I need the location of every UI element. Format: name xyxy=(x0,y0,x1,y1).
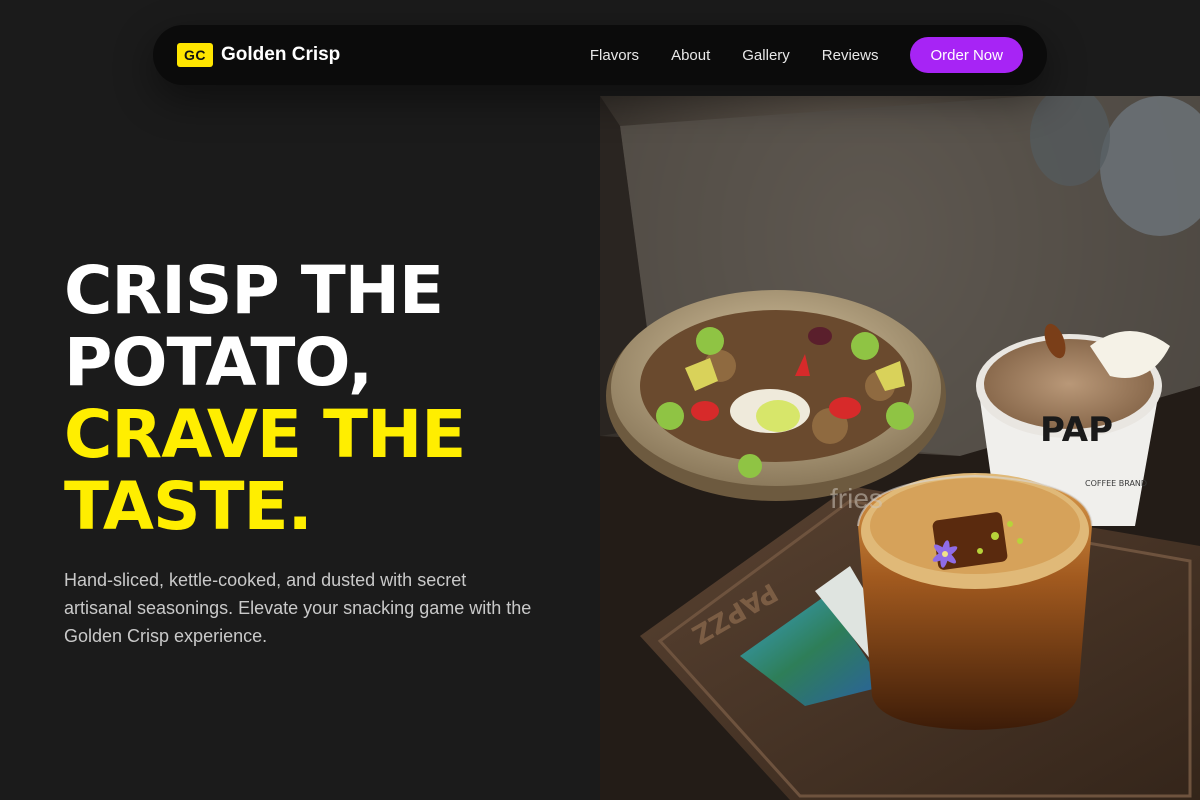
image-alt-text: fries xyxy=(830,483,883,514)
order-now-button[interactable]: Order Now xyxy=(910,37,1023,73)
nav-links: Flavors About Gallery Reviews Order Now xyxy=(590,37,1023,73)
hero-image: PAPZZ PAP COFFEE BRAND fries xyxy=(600,96,1200,800)
cup-print: PAP xyxy=(1040,410,1113,450)
hero-description: Hand-sliced, kettle-cooked, and dusted w… xyxy=(64,570,532,646)
hero-title-line-2: potato, xyxy=(64,324,373,401)
nav-link-reviews[interactable]: Reviews xyxy=(822,47,879,64)
top-nav: GC Golden Crisp Flavors About Gallery Re… xyxy=(153,25,1047,85)
nav-link-flavors[interactable]: Flavors xyxy=(590,47,639,64)
brand-name[interactable]: Golden Crisp xyxy=(221,43,340,67)
hero-title-line-3: crave the xyxy=(64,396,466,473)
food-photo-illustration: PAPZZ PAP COFFEE BRAND fries xyxy=(600,96,1200,800)
hero-title-line-4: taste. xyxy=(64,468,313,545)
nav-link-gallery[interactable]: Gallery xyxy=(742,47,790,64)
cup-subprint: COFFEE BRAND xyxy=(1085,479,1147,488)
nav-link-about[interactable]: About xyxy=(671,47,710,64)
hero-title: Crisp the potato, crave the taste. xyxy=(64,252,466,545)
logo-badge[interactable]: GC xyxy=(177,43,213,67)
hero-title-line-1: Crisp the xyxy=(64,252,444,329)
